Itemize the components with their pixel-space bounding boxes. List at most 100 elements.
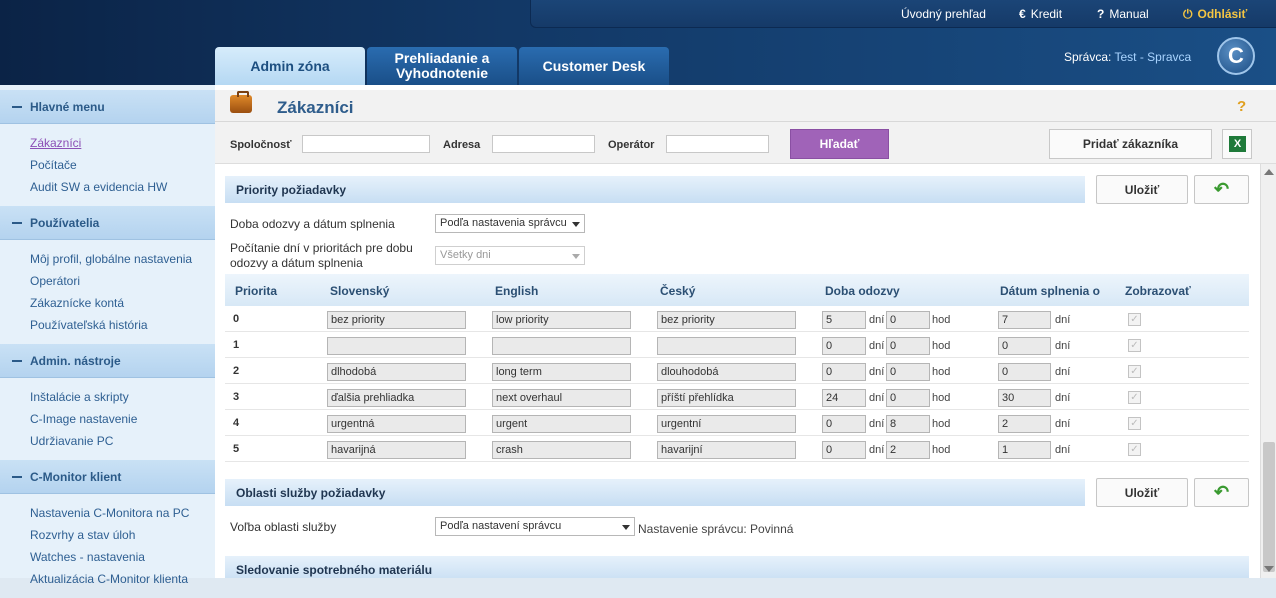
response-hours-field[interactable]: 0 [886,337,930,355]
response-days-field[interactable]: 0 [822,415,866,433]
manual-link[interactable]: ? Manual [1097,7,1149,21]
slovak-name-field[interactable]: havarijná [327,441,466,459]
due-days-field[interactable]: 0 [998,363,1051,381]
consumables-section-header: Sledovanie spotrebného materiálu [225,556,1249,578]
unit-days-label: dní [869,418,885,430]
add-customer-button[interactable]: Pridať zákazníka [1049,129,1212,159]
tab-customer-desk[interactable]: Customer Desk [519,47,669,85]
logout-link[interactable]: ⏻ Odhlásiť [1183,7,1247,22]
search-button[interactable]: Hľadať [790,129,889,159]
response-days-field[interactable]: 0 [822,363,866,381]
slovak-name-field[interactable]: ďalšia prehliadka [327,389,466,407]
company-input[interactable] [302,135,430,153]
czech-name-field[interactable]: havarijní [657,441,796,459]
sidebar-item-c-image[interactable]: C-Image nastavenie [30,408,215,430]
help-icon[interactable]: ? [1237,98,1246,115]
due-days-field[interactable]: 7 [998,311,1051,329]
tab-browsing-evaluation[interactable]: Prehliadanie a Vyhodnotenie [367,47,517,85]
czech-name-field[interactable]: příští přehlídka [657,389,796,407]
czech-name-field[interactable]: urgentní [657,415,796,433]
sidebar-section-main-menu[interactable]: Hlavné menu [0,90,215,124]
sidebar-item-schedules[interactable]: Rozvrhy a stav úloh [30,524,215,546]
due-days-field[interactable]: 2 [998,415,1051,433]
service-choice-select[interactable]: Podľa nastavení správcu [435,517,635,536]
priority-number: 0 [233,313,240,325]
response-hours-field[interactable]: 2 [886,441,930,459]
scroll-down-icon[interactable] [1264,566,1274,572]
english-name-field[interactable]: long term [492,363,631,381]
unit-days-label: dní [1055,418,1071,430]
english-name-field[interactable] [492,337,631,355]
response-hours-field[interactable]: 0 [886,389,930,407]
due-days-field[interactable]: 1 [998,441,1051,459]
sidebar-item-installations[interactable]: Inštalácie a skripty [30,386,215,408]
slovak-name-field[interactable]: bez priority [327,311,466,329]
english-name-field[interactable]: next overhaul [492,389,631,407]
sidebar-item-customer-accounts[interactable]: Zákaznícke kontá [30,292,215,314]
english-name-field[interactable]: urgent [492,415,631,433]
sidebar-item-operators[interactable]: Operátori [30,270,215,292]
sidebar-section-admin-tools[interactable]: Admin. nástroje [0,344,215,378]
priority-number: 4 [233,417,240,429]
show-checkbox: ✓ [1128,339,1141,352]
english-name-field[interactable]: crash [492,441,631,459]
sidebar-section-title: Hlavné menu [30,99,105,114]
unit-days-label: dní [1055,340,1071,352]
sidebar-item-client-update[interactable]: Aktualizácia C-Monitor klienta [30,568,215,590]
operator-input[interactable] [666,135,769,153]
scroll-thumb[interactable] [1263,442,1275,572]
scroll-up-icon[interactable] [1264,169,1274,175]
response-days-field[interactable]: 5 [822,311,866,329]
overview-link[interactable]: Úvodný prehľad [901,7,986,21]
manager-name[interactable]: Test - Spravca [1114,50,1191,64]
sidebar-item-user-history[interactable]: Používateľská história [30,314,215,336]
czech-name-field[interactable] [657,337,796,355]
sidebar-section-title: C-Monitor klient [30,469,122,484]
counting-label: Počítanie dní v prioritách pre dobu odoz… [230,241,413,270]
sidebar-section-c-monitor[interactable]: C-Monitor klient [0,460,215,494]
sidebar-item-my-profile[interactable]: Môj profil, globálne nastavenia [30,248,215,270]
credit-label: Kredit [1030,7,1063,21]
response-hours-field[interactable]: 0 [886,311,930,329]
show-checkbox: ✓ [1128,313,1141,326]
manual-label: Manual [1109,7,1149,21]
counting-select-value: Všetky dni [440,249,491,261]
sidebar-item-customers[interactable]: Zákazníci [30,132,215,154]
priorities-table-header: Priorita Slovenský English Český Doba od… [225,274,1249,306]
slovak-name-field[interactable]: urgentná [327,415,466,433]
sidebar-section-title: Používatelia [30,215,100,230]
response-days-field[interactable]: 0 [822,441,866,459]
response-days-field[interactable]: 24 [822,389,866,407]
czech-name-field[interactable]: bez priority [657,311,796,329]
sidebar-item-c-monitor-settings[interactable]: Nastavenia C-Monitora na PC [30,502,215,524]
undo-arrow-icon[interactable]: ↶ [1194,175,1249,204]
sidebar-item-pc-maintenance[interactable]: Udržiavanie PC [30,430,215,452]
sidebar-item-computers[interactable]: Počítače [30,154,215,176]
c-logo-icon[interactable]: C [1217,37,1255,75]
sidebar-section-users[interactable]: Používatelia [0,206,215,240]
response-hours-field[interactable]: 8 [886,415,930,433]
credit-link[interactable]: € Kredit [1019,7,1062,21]
top-links-bar: Úvodný prehľad € Kredit ? Manual ⏻ Odhlásiť [530,0,1276,28]
czech-name-field[interactable]: dlouhodobá [657,363,796,381]
sidebar-item-watches[interactable]: Watches - nastavenia [30,546,215,568]
slovak-name-field[interactable]: dlhodobá [327,363,466,381]
excel-export-button[interactable]: X [1222,129,1252,159]
slovak-name-field[interactable] [327,337,466,355]
tab-admin-zone[interactable]: Admin zóna [215,47,365,85]
sidebar-item-audit-sw[interactable]: Audit SW a evidencia HW [30,176,215,198]
due-days-field[interactable]: 0 [998,337,1051,355]
service-save-button[interactable]: Uložiť [1096,478,1188,507]
unit-days-label: dní [869,392,885,404]
response-hours-field[interactable]: 0 [886,363,930,381]
english-name-field[interactable]: low priority [492,311,631,329]
response-days-field[interactable]: 0 [822,337,866,355]
table-row: 4 urgentná urgent urgentní 0 dní 8 hod 2 dní ✓ [225,410,1249,436]
due-days-field[interactable]: 30 [998,389,1051,407]
response-select[interactable]: Podľa nastavenia správcu [435,214,585,233]
vertical-scrollbar[interactable] [1260,164,1276,578]
address-input[interactable] [492,135,595,153]
priority-number: 3 [233,391,240,403]
undo-arrow-icon[interactable]: ↶ [1194,478,1249,507]
priorities-save-button[interactable]: Uložiť [1096,175,1188,204]
